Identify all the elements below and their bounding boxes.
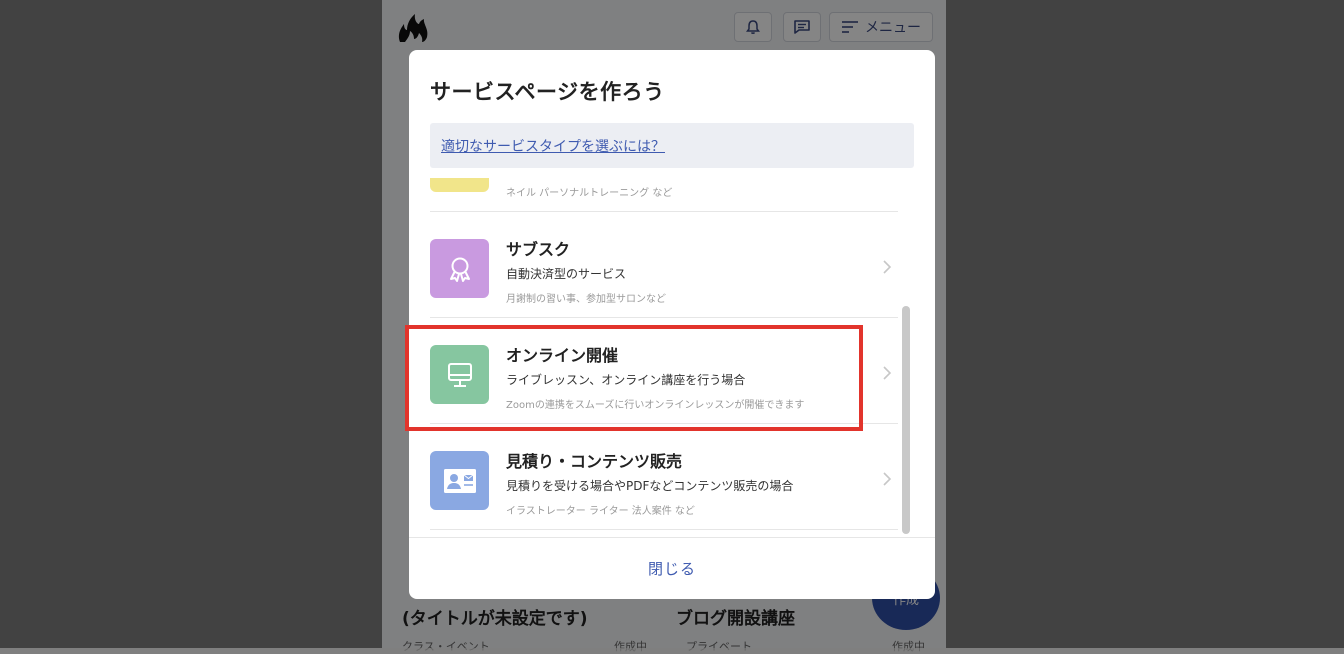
- highlight-box: [405, 325, 863, 431]
- chevron-right-icon: [883, 260, 892, 274]
- list-scrollbar[interactable]: [902, 178, 910, 538]
- service-type-item-quote-content[interactable]: 見積り・コンテンツ販売 見積りを受ける場合やPDFなどコンテンツ販売の場合 イラ…: [430, 424, 898, 530]
- service-item-subtitle: 見積りを受ける場合やPDFなどコンテンツ販売の場合: [506, 479, 794, 493]
- service-type-item-partial[interactable]: ネイル パーソナルトレーニング など: [430, 178, 898, 212]
- service-item-note: 月謝制の習い事、参加型サロンなど: [506, 294, 666, 305]
- scrollbar-thumb[interactable]: [902, 306, 910, 534]
- modal-footer: 閉じる: [409, 537, 935, 599]
- award-icon: [449, 257, 470, 282]
- chevron-right-icon: [883, 472, 892, 486]
- help-box: 適切なサービスタイプを選ぶには？: [430, 123, 914, 168]
- service-icon-tile: [430, 451, 489, 510]
- service-icon-tile: [430, 239, 489, 298]
- help-link[interactable]: 適切なサービスタイプを選ぶには？: [441, 136, 665, 156]
- service-type-item-subscription[interactable]: サブスク 自動決済型のサービス 月謝制の習い事、参加型サロンなど: [430, 212, 898, 318]
- chevron-right-icon: [883, 366, 892, 380]
- service-item-title: 見積り・コンテンツ販売: [506, 452, 683, 471]
- service-icon: [430, 178, 489, 192]
- contact-card-icon: [443, 468, 476, 493]
- service-item-note: イラストレーター ライター 法人案件 など: [506, 506, 695, 517]
- service-item-subtitle: 自動決済型のサービス: [506, 267, 627, 281]
- modal-title: サービスページを作ろう: [430, 80, 665, 104]
- service-item-note: ネイル パーソナルトレーニング など: [506, 188, 673, 199]
- close-button[interactable]: 閉じる: [648, 558, 696, 579]
- service-item-title: サブスク: [506, 240, 571, 259]
